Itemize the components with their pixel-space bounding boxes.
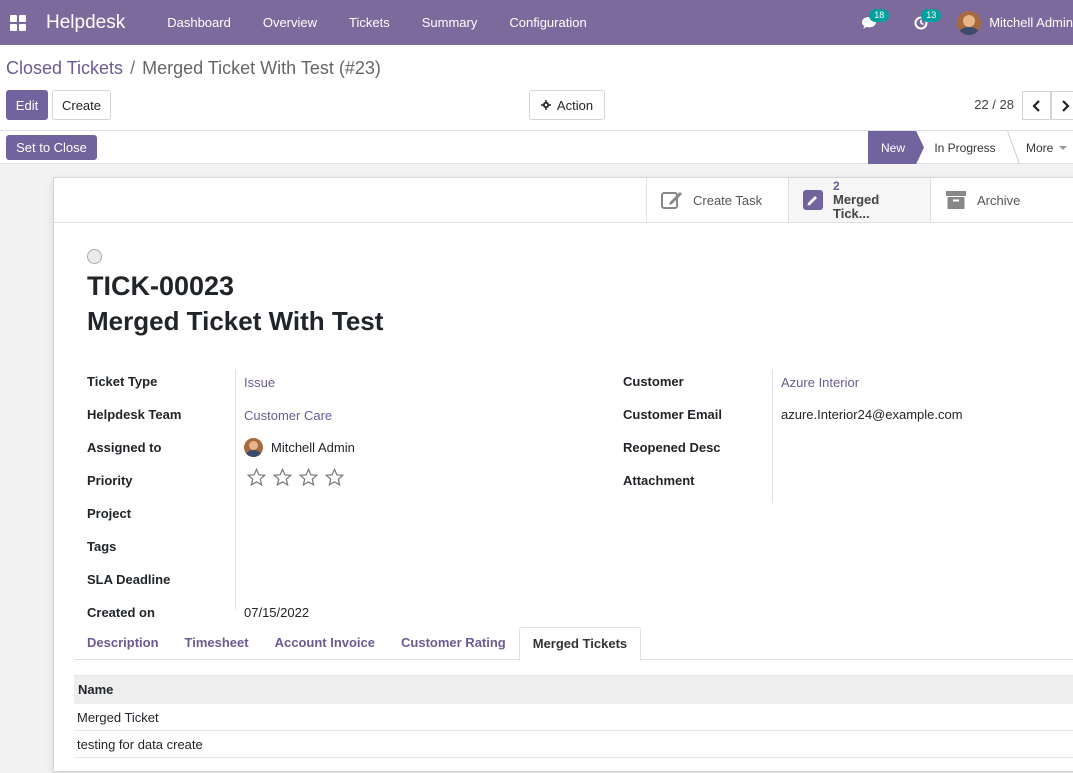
- action-dropdown-button[interactable]: Action: [529, 90, 605, 120]
- app-brand[interactable]: Helpdesk: [36, 12, 151, 34]
- set-to-close-button[interactable]: Set to Close: [6, 135, 97, 160]
- assignee-avatar: [244, 438, 263, 457]
- edit-button[interactable]: Edit: [6, 90, 48, 120]
- priority-stars[interactable]: [247, 468, 344, 487]
- star-outline-icon[interactable]: [299, 468, 318, 487]
- attachment-label: Attachment: [623, 473, 695, 488]
- form-sheet: Create Task 2 Merged Tick... Archive TIC…: [53, 177, 1073, 772]
- pager-next-button[interactable]: [1051, 91, 1073, 120]
- tab-timesheet[interactable]: Timesheet: [172, 627, 262, 660]
- action-label: Action: [556, 97, 594, 113]
- assigned-to-value[interactable]: Mitchell Admin: [244, 438, 355, 457]
- tab-description[interactable]: Description: [74, 627, 172, 660]
- stage-more-label: More: [1026, 140, 1054, 155]
- activities-menu[interactable]: 13: [895, 0, 947, 45]
- pencil-square-icon: [803, 190, 823, 210]
- pager-previous-button[interactable]: [1022, 91, 1051, 120]
- star-outline-icon[interactable]: [273, 468, 292, 487]
- assignee-name: Mitchell Admin: [271, 440, 355, 455]
- merged-label: Merged Tick...: [833, 192, 880, 221]
- sla-deadline-label: SLA Deadline: [87, 572, 171, 587]
- menu-item-dashboard[interactable]: Dashboard: [151, 0, 247, 45]
- project-label: Project: [87, 506, 132, 521]
- customer-value[interactable]: Azure Interior: [781, 375, 859, 390]
- priority-label: Priority: [87, 473, 133, 488]
- menu-item-tickets[interactable]: Tickets: [333, 0, 406, 45]
- helpdesk-team-value[interactable]: Customer Care: [244, 408, 332, 423]
- field-divider: [772, 370, 773, 503]
- chevron-left-icon: [1032, 99, 1040, 112]
- ticket-title[interactable]: Merged Ticket With Test: [87, 306, 383, 337]
- helpdesk-team-label: Helpdesk Team: [87, 407, 182, 422]
- breadcrumb: Closed Tickets / Merged Ticket With Test…: [6, 58, 381, 79]
- field-divider: [235, 370, 236, 610]
- pager-value[interactable]: 22 / 28: [974, 97, 1014, 112]
- tab-customer-rating[interactable]: Customer Rating: [388, 627, 519, 660]
- archive-button[interactable]: Archive: [930, 178, 1072, 222]
- control-panel: Closed Tickets / Merged Ticket With Test…: [0, 45, 1073, 131]
- menu-item-overview[interactable]: Overview: [247, 0, 333, 45]
- reopened-desc-label: Reopened Desc: [623, 440, 721, 455]
- customer-label: Customer: [623, 374, 684, 389]
- created-on-value: 07/15/2022: [244, 605, 310, 620]
- star-outline-icon[interactable]: [247, 468, 266, 487]
- merged-tickets-smart-button[interactable]: 2 Merged Tick...: [788, 178, 930, 222]
- caret-down-icon: [1059, 145, 1068, 150]
- menu-item-summary[interactable]: Summary: [406, 0, 494, 45]
- chevron-right-icon: [1062, 99, 1070, 112]
- customer-email-value[interactable]: azure.Interior24@example.com: [781, 407, 963, 422]
- kanban-state-indicator[interactable]: [87, 249, 102, 264]
- form-statusbar: Set to Close New In Progress More: [0, 131, 1073, 164]
- column-header-name[interactable]: Name: [74, 675, 1073, 704]
- customer-email-label: Customer Email: [623, 407, 722, 422]
- merged-tickets-list: Name Merged Ticket testing for data crea…: [74, 675, 1073, 758]
- stage-new[interactable]: New: [868, 131, 924, 164]
- create-task-label: Create Task: [693, 192, 763, 208]
- user-name: Mitchell Admin: [989, 15, 1073, 30]
- create-button[interactable]: Create: [52, 90, 111, 120]
- ticket-type-value[interactable]: Issue: [244, 375, 275, 390]
- user-menu[interactable]: Mitchell Admin: [947, 10, 1073, 35]
- table-row[interactable]: testing for data create: [74, 731, 1073, 758]
- breadcrumb-current: Merged Ticket With Test (#23): [142, 58, 381, 78]
- top-navbar: Helpdesk Dashboard Overview Tickets Summ…: [0, 0, 1073, 45]
- gear-icon: [540, 100, 551, 110]
- merged-count: 2: [833, 179, 840, 193]
- tab-account-invoice[interactable]: Account Invoice: [262, 627, 388, 660]
- user-avatar: [957, 10, 982, 35]
- stage-in-progress[interactable]: In Progress: [922, 131, 1008, 164]
- ticket-reference: TICK-00023: [87, 271, 235, 301]
- messages-menu[interactable]: 18: [843, 0, 895, 45]
- notebook-tabs: Description Timesheet Account Invoice Cu…: [74, 627, 1073, 661]
- create-task-button[interactable]: Create Task: [646, 178, 788, 222]
- apps-menu-icon[interactable]: [0, 0, 36, 45]
- table-row[interactable]: Merged Ticket: [74, 704, 1073, 731]
- smart-button-box: Create Task 2 Merged Tick... Archive: [646, 178, 1072, 222]
- star-outline-icon[interactable]: [325, 468, 344, 487]
- breadcrumb-parent-link[interactable]: Closed Tickets: [6, 58, 123, 78]
- assigned-to-label: Assigned to: [87, 440, 162, 455]
- ticket-type-label: Ticket Type: [87, 374, 158, 389]
- archive-label: Archive: [977, 192, 1021, 208]
- tab-merged-tickets[interactable]: Merged Tickets: [518, 627, 642, 661]
- tags-label: Tags: [87, 539, 117, 554]
- messages-badge: 18: [869, 9, 890, 22]
- stage-more-dropdown[interactable]: More: [1012, 131, 1073, 164]
- activities-badge: 13: [921, 9, 942, 22]
- menu-item-configuration[interactable]: Configuration: [493, 0, 602, 45]
- edit-square-icon: [661, 190, 683, 210]
- archive-icon: [945, 190, 967, 210]
- created-on-label: Created on: [87, 605, 155, 620]
- breadcrumb-separator: /: [130, 58, 136, 78]
- divider: [54, 222, 1073, 223]
